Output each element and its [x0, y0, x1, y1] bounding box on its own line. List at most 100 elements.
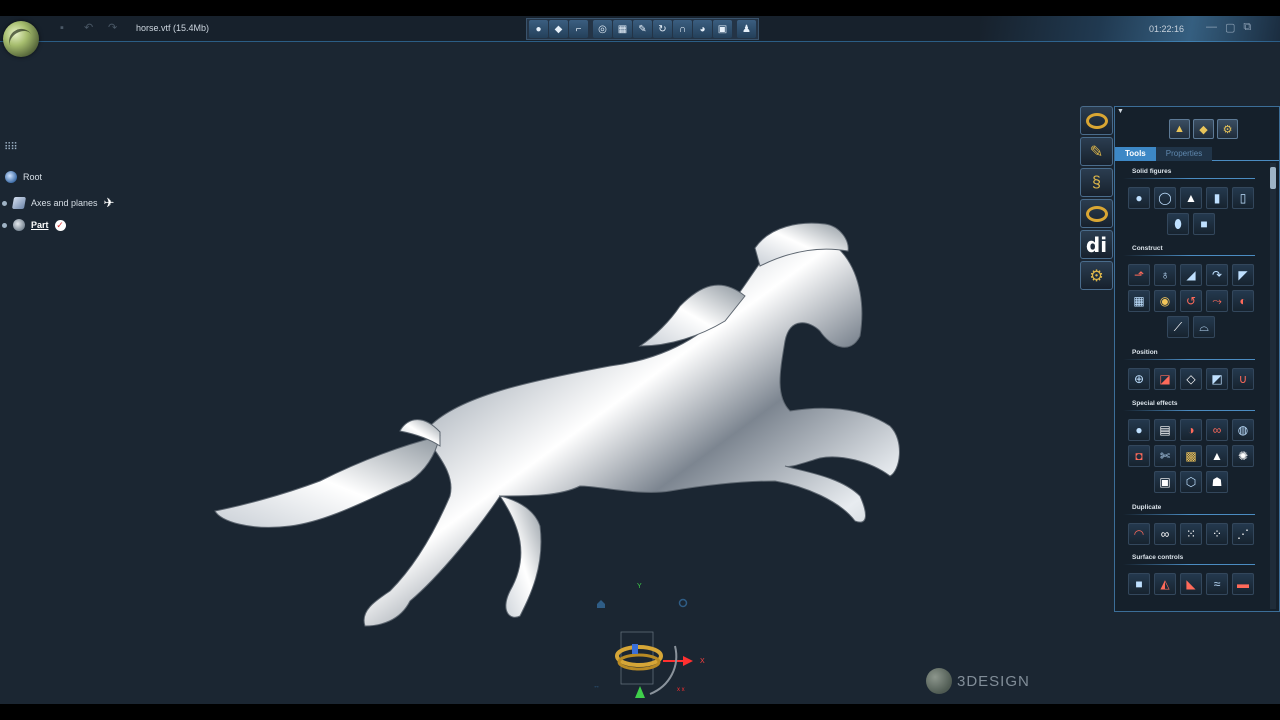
surface-flat-tool-icon[interactable]: ▬: [1232, 573, 1254, 595]
rotate-icon[interactable]: ↻: [653, 20, 672, 38]
shoe-icon[interactable]: ⌐: [569, 20, 588, 38]
panel-scrollbar[interactable]: [1270, 163, 1276, 609]
minimize-icon[interactable]: —: [1206, 21, 1217, 34]
display-icon[interactable]: ▣: [713, 20, 732, 38]
cutout-tool-icon[interactable]: ◑: [1180, 419, 1202, 441]
gem-icon[interactable]: ◆: [549, 20, 568, 38]
view-gizmo[interactable]: Y X ↔ x x: [585, 576, 725, 704]
grid-icon[interactable]: ▦: [613, 20, 632, 38]
redo-icon[interactable]: ↷: [108, 22, 120, 34]
gem-shape-tool-icon[interactable]: ◉: [1154, 290, 1176, 312]
magnet-icon[interactable]: ∩: [673, 20, 692, 38]
torus-tool-icon[interactable]: ◯: [1154, 187, 1176, 209]
cylinder-tool-icon[interactable]: ▮: [1206, 187, 1228, 209]
cut-tool-icon[interactable]: ⟋: [1167, 316, 1189, 338]
crystal-tool-icon[interactable]: ⬡: [1180, 471, 1202, 493]
construct-mode-icon[interactable]: ✎: [1080, 137, 1113, 166]
tool-section: Solid figures ● ◯ ▲ ▮ ▯ ⬮ ■: [1115, 168, 1267, 235]
frame-tool-icon[interactable]: ▣: [1154, 471, 1176, 493]
surface-edit-tool-icon[interactable]: ◭: [1154, 573, 1176, 595]
horse-model[interactable]: [200, 196, 920, 646]
main-toolbar: ● ◆ ⌐ ◎ ▦ ✎ ↻ ∩ ◕ ▣ ♟: [526, 18, 759, 40]
save-icon[interactable]: ▪: [60, 22, 72, 34]
shapes-icon[interactable]: ▲: [1169, 119, 1190, 139]
capsule-tool-icon[interactable]: ⬮: [1167, 213, 1189, 235]
circular-array-tool-icon[interactable]: ⁘: [1206, 523, 1228, 545]
revolve-tool-icon[interactable]: ♁: [1154, 264, 1176, 286]
settings-gear-icon[interactable]: ⚙: [1217, 119, 1238, 139]
pave-tool-icon[interactable]: ▩: [1180, 445, 1202, 467]
di-mode-icon[interactable]: di: [1080, 230, 1113, 259]
link-tool-icon[interactable]: ∞: [1154, 523, 1176, 545]
tree-grip-icon[interactable]: ⠿⠿: [4, 142, 18, 153]
deform-tool-icon[interactable]: ✄: [1154, 445, 1176, 467]
sphere-icon[interactable]: ●: [529, 20, 548, 38]
surface-wave-tool-icon[interactable]: ≈: [1206, 573, 1228, 595]
snake-mode-icon[interactable]: §: [1080, 168, 1113, 197]
bubble-tool-icon[interactable]: ●: [1128, 419, 1150, 441]
align-tool-icon[interactable]: ◪: [1154, 368, 1176, 390]
shell-tool-icon[interactable]: ◐: [1232, 290, 1254, 312]
surface-bend-tool-icon[interactable]: ◣: [1180, 573, 1202, 595]
person-icon[interactable]: ♟: [737, 20, 756, 38]
tool-section: Surface controls ■ ◭ ◣ ≈ ▬: [1115, 554, 1267, 595]
array-tool-icon[interactable]: ⁙: [1180, 523, 1202, 545]
mirror-tool-icon[interactable]: ◠: [1128, 523, 1150, 545]
blend-tool-icon[interactable]: ⌓: [1193, 316, 1215, 338]
sphere-tool-icon[interactable]: ●: [1128, 187, 1150, 209]
tab-tools[interactable]: Tools: [1115, 147, 1156, 161]
restore-icon[interactable]: ▢: [1225, 21, 1235, 34]
ring-mode-icon[interactable]: [1080, 106, 1113, 135]
expand-toggle-icon[interactable]: [2, 200, 7, 206]
pattern-ball-tool-icon[interactable]: ◍: [1232, 419, 1254, 441]
brand-logo-icon: [926, 668, 952, 694]
panel-menu-icon[interactable]: ▼: [1117, 108, 1124, 115]
tree-item-axes[interactable]: Axes and planes ✈: [2, 195, 114, 211]
tree-item-label: Axes and planes: [31, 198, 98, 208]
brush-icon[interactable]: ✎: [633, 20, 652, 38]
ring-render-icon[interactable]: [1080, 199, 1113, 228]
magnet-tool-icon[interactable]: ∪: [1232, 368, 1254, 390]
prong-tool-icon[interactable]: ☗: [1206, 471, 1228, 493]
close-icon[interactable]: ⧉: [1243, 21, 1251, 34]
cube-tool-icon[interactable]: ■: [1193, 213, 1215, 235]
expand-toggle-icon[interactable]: [2, 222, 7, 228]
texture-tool-icon[interactable]: ▤: [1154, 419, 1176, 441]
undo-icon[interactable]: ↶: [84, 22, 96, 34]
twist-tool-icon[interactable]: ∞: [1206, 419, 1228, 441]
pan-icon[interactable]: ↔: [593, 683, 600, 690]
tab-properties[interactable]: Properties: [1155, 147, 1213, 161]
place-gem-tool-icon[interactable]: ◇: [1180, 368, 1202, 390]
project-tool-icon[interactable]: ◩: [1206, 368, 1228, 390]
tool-section: Position ⊕ ◪ ◇ ◩ ∪: [1115, 349, 1267, 390]
surface-box-tool-icon[interactable]: ■: [1128, 573, 1150, 595]
airplane-icon[interactable]: ✈: [104, 195, 115, 211]
tree-item-part[interactable]: Part ✓: [2, 219, 66, 231]
pie-icon[interactable]: ◕: [693, 20, 712, 38]
pipe-tool-icon[interactable]: ↷: [1206, 264, 1228, 286]
tube-tool-icon[interactable]: ▯: [1232, 187, 1254, 209]
tool-section: Special effects ● ▤ ◑ ∞ ◍ ◘ ✄ ▩ ▲ ✺ ▣ ⬡ ☗: [1115, 400, 1267, 493]
ring-gem-icon[interactable]: ◎: [593, 20, 612, 38]
helix-tool-icon[interactable]: ↺: [1180, 290, 1202, 312]
tool-grid: ● ▤ ◑ ∞ ◍ ◘ ✄ ▩ ▲ ✺ ▣ ⬡ ☗: [1115, 419, 1267, 493]
move-tool-icon[interactable]: ⊕: [1128, 368, 1150, 390]
checkmark-icon[interactable]: ✓: [54, 219, 66, 231]
along-curve-tool-icon[interactable]: ⋰: [1232, 523, 1254, 545]
tree-item-root[interactable]: Root: [5, 171, 42, 183]
pieces-icon[interactable]: ◆: [1193, 119, 1214, 139]
home-view-icon[interactable]: [597, 600, 605, 608]
zoom-view-icon[interactable]: [678, 598, 688, 608]
scrollbar-thumb[interactable]: [1270, 167, 1276, 189]
mesh-tool-icon[interactable]: ▦: [1128, 290, 1150, 312]
app-logo-icon[interactable]: [3, 21, 39, 57]
relief-tool-icon[interactable]: ▲: [1206, 445, 1228, 467]
gears-mode-icon[interactable]: ⚙: [1080, 261, 1113, 290]
sweep-tool-icon[interactable]: ◢: [1180, 264, 1202, 286]
extrude-tool-icon[interactable]: ⬏: [1128, 264, 1150, 286]
cone-tool-icon[interactable]: ▲: [1180, 187, 1202, 209]
engrave-tool-icon[interactable]: ◘: [1128, 445, 1150, 467]
loft-tool-icon[interactable]: ◤: [1232, 264, 1254, 286]
star-tool-icon[interactable]: ✺: [1232, 445, 1254, 467]
skin-tool-icon[interactable]: ⤳: [1206, 290, 1228, 312]
